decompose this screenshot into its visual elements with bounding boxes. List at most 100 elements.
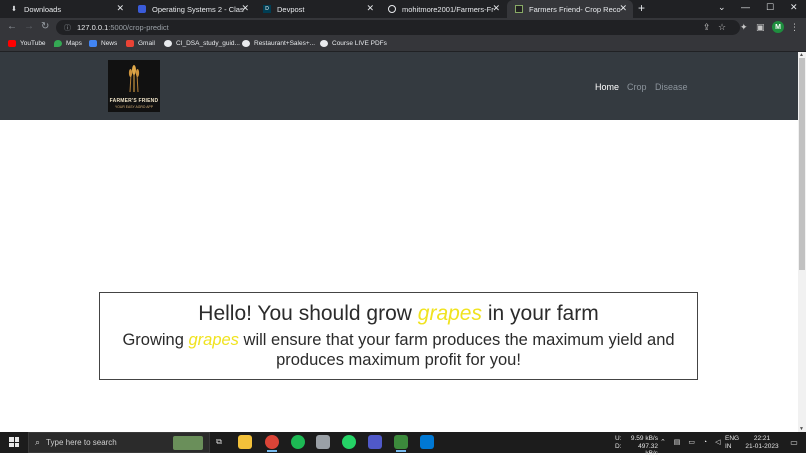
region: IN <box>725 442 732 450</box>
tab-strip: ⬇ Downloads ✕ Operating Systems 2 - Clas… <box>0 0 806 18</box>
search-highlight-image <box>173 436 203 450</box>
tab-operating-systems[interactable]: Operating Systems 2 - Class | Sca ✕ <box>130 0 255 18</box>
bookmark-star-icon[interactable]: ☆ <box>718 22 726 33</box>
net-down: 497.32 kB/s <box>638 442 658 458</box>
back-icon[interactable]: ← <box>7 21 17 32</box>
maximize-icon[interactable]: ☐ <box>766 2 774 13</box>
bookmark-gmail[interactable]: Gmail <box>126 40 155 47</box>
tab-search-icon[interactable]: ⌄ <box>718 2 726 13</box>
windows-taskbar: ⌕ Type here to search ⧉ U: D: 9.59 kB/s … <box>0 432 806 457</box>
network-speed-labels: U: D: <box>615 435 622 450</box>
farmers-friend-icon <box>515 5 523 13</box>
recommendation-result: Hello! You should grow grapes in your fa… <box>99 292 698 380</box>
message-prefix: Growing <box>122 331 189 349</box>
new-tab-button[interactable]: + <box>638 1 645 15</box>
extensions-icon[interactable]: ✦ <box>740 22 748 33</box>
wheat-icon <box>128 65 140 92</box>
nav-disease[interactable]: Disease <box>655 82 688 92</box>
recommended-crop: grapes <box>188 331 239 349</box>
scaler-icon <box>138 5 146 13</box>
chrome-icon[interactable] <box>265 435 279 452</box>
address-bar[interactable]: ⓘ 127.0.0.1:5000/crop-predict <box>56 20 740 35</box>
bookmark-label: Course LIVE PDFs <box>332 40 387 47</box>
bookmark-restaurant-sales[interactable]: Restaurant+Sales+... <box>242 40 315 47</box>
close-icon[interactable]: ✕ <box>241 3 249 14</box>
profile-avatar[interactable]: M <box>772 21 784 33</box>
side-panel-icon[interactable]: ▣ <box>756 22 765 33</box>
scrollbar-thumb[interactable] <box>799 58 805 270</box>
forward-icon[interactable]: → <box>24 21 34 32</box>
search-icon: ⌕ <box>35 437 41 447</box>
close-window-icon[interactable]: ✕ <box>790 2 798 13</box>
bookmark-label: Restaurant+Sales+... <box>254 40 316 47</box>
globe-icon <box>242 40 250 47</box>
tab-github[interactable]: mohitmore2001/Farmers-Friend ✕ <box>380 0 506 18</box>
result-heading: Hello! You should grow grapes in your fa… <box>100 302 697 326</box>
tab-farmers-friend[interactable]: Farmers Friend- Crop Recommend ✕ <box>507 0 633 18</box>
net-down-label: D: <box>615 442 622 450</box>
close-icon[interactable]: ✕ <box>619 3 627 14</box>
tab-devpost[interactable]: D Devpost ✕ <box>255 0 380 18</box>
logo-tagline: YOUR EASY AGRO APP <box>114 105 153 109</box>
date: 21-01-2023 <box>745 442 779 450</box>
bookmark-label: Maps <box>66 40 82 47</box>
network-speed: 9.59 kB/s 497.32 kB/s <box>628 435 658 458</box>
app-icon[interactable] <box>316 435 330 449</box>
close-icon[interactable]: ✕ <box>116 3 124 14</box>
youtube-icon <box>8 40 16 47</box>
minimize-icon[interactable]: — <box>741 2 750 12</box>
file-explorer-icon[interactable] <box>238 435 252 449</box>
heading-suffix: in your farm <box>482 302 599 325</box>
tab-title: Operating Systems 2 - Class | Sca <box>152 4 244 14</box>
devpost-icon: D <box>263 5 271 13</box>
recommended-crop: grapes <box>417 302 482 325</box>
time: 22:21 <box>753 435 771 442</box>
bookmark-label: CI_DSA_study_guid... <box>176 40 240 47</box>
notifications-icon[interactable]: ▭ <box>788 435 800 449</box>
reload-icon[interactable]: ↻ <box>41 21 49 32</box>
teams-icon[interactable] <box>368 435 382 449</box>
result-message: Growing grapes will ensure that your far… <box>100 330 697 370</box>
nav-home[interactable]: Home <box>595 82 619 92</box>
spotify-icon[interactable] <box>291 435 305 449</box>
pycharm-icon[interactable] <box>394 435 408 452</box>
bookmark-news[interactable]: News <box>89 40 117 47</box>
whatsapp-icon[interactable] <box>342 435 356 449</box>
net-up-label: U: <box>615 435 622 442</box>
windows-start-icon[interactable] <box>9 437 19 447</box>
page-scrollbar[interactable]: ▲ ▼ <box>798 52 806 432</box>
bookmarks-bar: YouTube Maps News Gmail CI_DSA_study_gui… <box>0 37 806 52</box>
task-view-icon[interactable]: ⧉ <box>212 435 226 449</box>
menu-icon[interactable]: ⋮ <box>790 22 799 33</box>
tab-downloads[interactable]: ⬇ Downloads ✕ <box>2 0 130 18</box>
heading-prefix: Hello! You should grow <box>198 302 418 325</box>
info-icon[interactable]: ⓘ <box>64 23 71 33</box>
bookmark-maps[interactable]: Maps <box>54 40 82 47</box>
net-up: 9.59 kB/s <box>630 435 658 442</box>
bookmark-youtube[interactable]: YouTube <box>8 40 46 47</box>
bookmark-dsa-guide[interactable]: CI_DSA_study_guid... <box>164 40 240 47</box>
vscode-icon[interactable] <box>420 435 434 449</box>
nav-crop[interactable]: Crop <box>627 82 647 92</box>
close-icon[interactable]: ✕ <box>366 3 374 14</box>
maps-icon <box>54 40 62 47</box>
url-host: 127.0.0.1 <box>77 23 109 32</box>
search-placeholder: Type here to search <box>46 438 117 447</box>
bookmark-label: News <box>101 40 118 47</box>
close-icon[interactable]: ✕ <box>492 3 500 14</box>
url-path: :5000/crop-predict <box>108 23 169 32</box>
bookmark-course-pdfs[interactable]: Course LIVE PDFs <box>320 40 387 47</box>
clock[interactable]: 22:21 21-01-2023 <box>742 435 782 450</box>
system-tray-icons[interactable]: ⌃ ▤ ▭ ◔ ◁ <box>660 438 723 446</box>
farmers-friend-logo[interactable]: FARMER'S FRIEND YOUR EASY AGRO APP <box>108 60 160 112</box>
language-indicator[interactable]: ENG IN <box>725 435 739 450</box>
tab-title: Downloads <box>24 4 62 14</box>
globe-icon <box>164 40 172 47</box>
globe-icon <box>320 40 328 47</box>
tab-title: Farmers Friend- Crop Recommend <box>529 4 621 14</box>
bookmark-label: Gmail <box>138 40 155 47</box>
tab-title: Devpost <box>277 4 305 14</box>
bookmark-label: YouTube <box>20 40 46 47</box>
taskbar-search[interactable]: ⌕ Type here to search <box>28 432 210 453</box>
share-icon[interactable]: ⇪ <box>703 22 711 33</box>
